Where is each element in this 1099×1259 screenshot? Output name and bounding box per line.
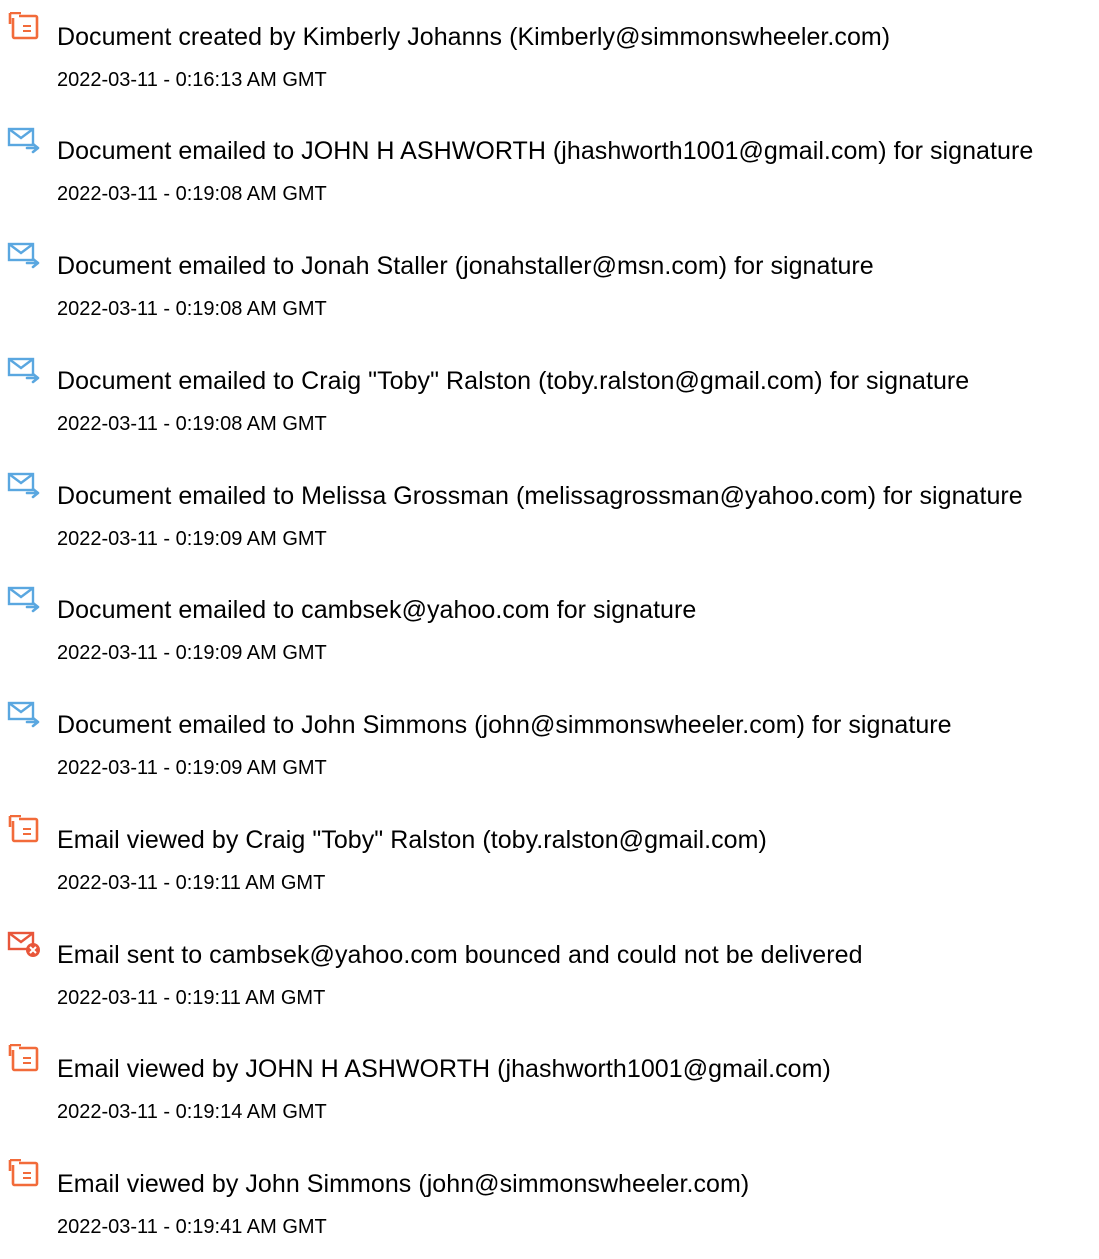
audit-event-4: Document emailed to Craig "Toby" Ralston… <box>0 356 1099 456</box>
document-icon <box>7 1159 41 1189</box>
event-description: Email sent to cambsek@yahoo.com bounced … <box>57 941 863 969</box>
email-sent-icon <box>7 585 41 615</box>
event-description: Document created by Kimberly Johanns (Ki… <box>57 23 891 51</box>
email-sent-icon <box>7 126 41 156</box>
email-sent-icon <box>7 471 41 501</box>
event-description: Document emailed to Jonah Staller (jonah… <box>57 252 874 280</box>
event-timestamp: 2022-03-11 - 0:19:09 AM GMT <box>57 642 327 664</box>
audit-event-3: Document emailed to Jonah Staller (jonah… <box>0 241 1099 341</box>
event-timestamp: 2022-03-11 - 0:16:13 AM GMT <box>57 69 327 91</box>
event-timestamp: 2022-03-11 - 0:19:08 AM GMT <box>57 298 327 320</box>
event-timestamp: 2022-03-11 - 0:19:09 AM GMT <box>57 528 327 550</box>
email-bounced-icon <box>7 930 41 960</box>
email-sent-icon <box>7 356 41 386</box>
event-timestamp: 2022-03-11 - 0:19:11 AM GMT <box>57 987 326 1009</box>
audit-event-6: Document emailed to cambsek@yahoo.com fo… <box>0 585 1099 685</box>
audit-event-2: Document emailed to JOHN H ASHWORTH (jha… <box>0 126 1099 226</box>
event-timestamp: 2022-03-11 - 0:19:41 AM GMT <box>57 1216 327 1238</box>
event-timestamp: 2022-03-11 - 0:19:09 AM GMT <box>57 757 327 779</box>
event-description: Document emailed to Craig "Toby" Ralston… <box>57 367 970 395</box>
email-sent-icon <box>7 241 41 271</box>
audit-event-7: Document emailed to John Simmons (john@s… <box>0 700 1099 800</box>
document-icon <box>7 12 41 42</box>
event-timestamp: 2022-03-11 - 0:19:14 AM GMT <box>57 1101 327 1123</box>
event-timestamp: 2022-03-11 - 0:19:08 AM GMT <box>57 183 327 205</box>
event-description: Document emailed to Melissa Grossman (me… <box>57 482 1023 510</box>
document-icon <box>7 815 41 845</box>
event-description: Document emailed to John Simmons (john@s… <box>57 711 952 739</box>
audit-event-11: Email viewed by John Simmons (john@simmo… <box>0 1159 1099 1259</box>
audit-event-5: Document emailed to Melissa Grossman (me… <box>0 471 1099 571</box>
audit-event-9: Email sent to cambsek@yahoo.com bounced … <box>0 930 1099 1030</box>
event-description: Email viewed by JOHN H ASHWORTH (jhashwo… <box>57 1055 831 1083</box>
document-icon <box>7 1044 41 1074</box>
event-description: Document emailed to JOHN H ASHWORTH (jha… <box>57 137 1034 165</box>
event-description: Email viewed by John Simmons (john@simmo… <box>57 1170 750 1198</box>
event-timestamp: 2022-03-11 - 0:19:11 AM GMT <box>57 872 326 894</box>
audit-event-10: Email viewed by JOHN H ASHWORTH (jhashwo… <box>0 1044 1099 1144</box>
email-sent-icon <box>7 700 41 730</box>
audit-event-8: Email viewed by Craig "Toby" Ralston (to… <box>0 815 1099 915</box>
event-timestamp: 2022-03-11 - 0:19:08 AM GMT <box>57 413 327 435</box>
event-description: Document emailed to cambsek@yahoo.com fo… <box>57 596 697 624</box>
event-description: Email viewed by Craig "Toby" Ralston (to… <box>57 826 767 854</box>
audit-event-1: Document created by Kimberly Johanns (Ki… <box>0 12 1099 112</box>
